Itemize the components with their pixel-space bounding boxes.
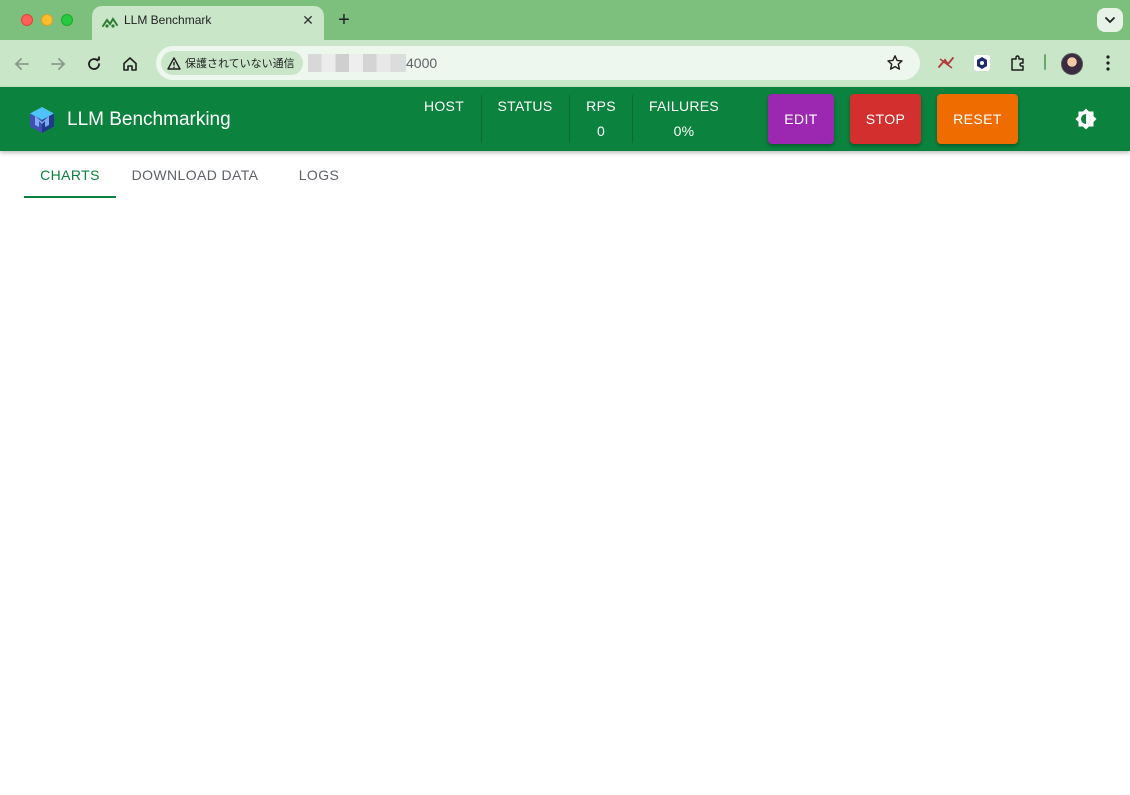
- minimize-window-button[interactable]: [41, 14, 53, 26]
- extension-hex-icon: [974, 55, 990, 71]
- bookmark-star-icon[interactable]: [886, 54, 904, 72]
- profile-avatar[interactable]: [1061, 53, 1083, 75]
- tab-logs[interactable]: LOGS: [282, 151, 356, 199]
- forward-button[interactable]: [46, 52, 70, 76]
- browser-tab[interactable]: LLM Benchmark ✕: [92, 6, 324, 40]
- extension-2-button[interactable]: [972, 53, 992, 73]
- stat-status: STATUS: [490, 87, 560, 151]
- stat-failures: FAILURES 0%: [640, 87, 728, 151]
- stat-host: HOST: [412, 87, 476, 151]
- stat-rps-label: RPS: [586, 98, 616, 114]
- kebab-menu-icon: [1106, 55, 1110, 71]
- locust-icon: [102, 17, 118, 28]
- security-label: 保護されていない通信: [185, 58, 295, 70]
- edit-button[interactable]: EDIT: [768, 94, 834, 144]
- tab-search-button[interactable]: [1097, 8, 1123, 32]
- back-button[interactable]: [10, 52, 34, 76]
- reload-icon: [88, 56, 100, 70]
- cube-logo-icon: [30, 107, 54, 133]
- stat-failures-label: FAILURES: [648, 98, 720, 114]
- warning-icon: [167, 56, 181, 70]
- stop-button[interactable]: STOP: [850, 94, 921, 144]
- brightness-icon[interactable]: [1074, 107, 1098, 131]
- tab-download-data[interactable]: DOWNLOAD DATA: [122, 151, 268, 199]
- reload-button[interactable]: [82, 52, 106, 76]
- reset-button[interactable]: RESET: [937, 94, 1018, 144]
- arrow-right-icon: [51, 58, 66, 70]
- chevron-down-icon: [1105, 17, 1115, 24]
- stat-divider: [569, 95, 570, 143]
- extension-1-button[interactable]: [936, 53, 956, 73]
- home-button[interactable]: [118, 52, 142, 76]
- active-tab-indicator: [24, 196, 116, 198]
- close-tab-icon[interactable]: ✕: [300, 12, 316, 28]
- close-window-button[interactable]: [21, 14, 33, 26]
- extension-slash-icon: [938, 57, 954, 69]
- security-chip[interactable]: 保護されていない通信: [161, 51, 303, 75]
- maximize-window-button[interactable]: [61, 14, 73, 26]
- stat-divider: [481, 95, 482, 143]
- url-text: 4000: [406, 55, 438, 71]
- browser-toolbar: 保護されていない通信 4000: [0, 40, 1130, 87]
- browser-tab-title: LLM Benchmark: [124, 13, 212, 27]
- extensions-button[interactable]: [1008, 53, 1028, 73]
- browser-tab-strip: LLM Benchmark ✕ +: [0, 0, 1130, 40]
- stat-host-label: HOST: [423, 98, 465, 114]
- stat-status-label: STATUS: [497, 98, 553, 114]
- toolbar-separator: [1044, 54, 1046, 70]
- arrow-left-icon: [14, 58, 29, 70]
- app-header: LLM Benchmarking HOST STATUS RPS 0 FAILU…: [0, 87, 1130, 151]
- charts-panel: [0, 199, 1130, 795]
- stat-rps: RPS 0: [578, 87, 624, 151]
- puzzle-icon: [1011, 55, 1024, 71]
- stat-divider: [632, 95, 633, 143]
- home-icon: [123, 57, 137, 71]
- tab-charts[interactable]: CHARTS: [24, 151, 116, 199]
- stat-rps-value: 0: [596, 123, 606, 139]
- url-redacted: [308, 54, 406, 72]
- app-title: LLM Benchmarking: [67, 109, 231, 130]
- new-tab-button[interactable]: +: [334, 10, 354, 30]
- browser-menu-button[interactable]: [1098, 53, 1118, 73]
- stat-failures-value: 0%: [673, 123, 695, 139]
- address-bar[interactable]: 保護されていない通信 4000: [156, 46, 920, 80]
